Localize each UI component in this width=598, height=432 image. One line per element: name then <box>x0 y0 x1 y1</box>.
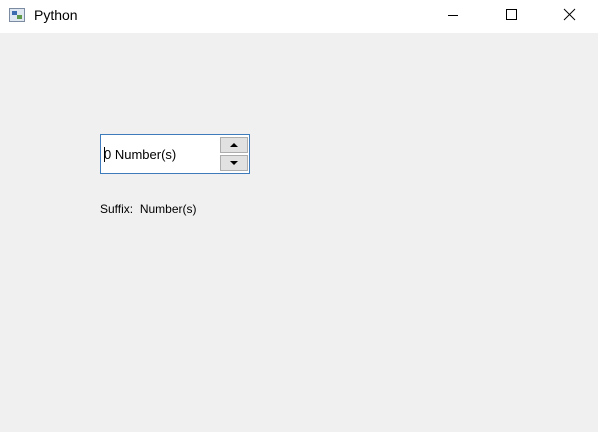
suffix-row: Suffix: Number(s) <box>100 202 196 216</box>
minimize-button[interactable] <box>424 0 482 33</box>
text-caret <box>104 147 105 162</box>
arrow-down-icon <box>230 161 238 165</box>
spinbox-value[interactable]: 0 Number(s) <box>104 147 176 162</box>
python-app-icon <box>9 8 25 22</box>
minimize-icon <box>448 15 458 16</box>
arrow-up-icon <box>230 143 238 147</box>
spin-up-button[interactable] <box>220 137 248 153</box>
suffix-label: Suffix: <box>100 202 134 216</box>
number-spinbox[interactable]: 0 Number(s) <box>100 134 250 174</box>
maximize-button[interactable] <box>482 0 540 33</box>
window-title: Python <box>34 7 78 23</box>
close-button[interactable] <box>540 0 598 33</box>
suffix-value: Number(s) <box>139 202 197 216</box>
title-bar: Python <box>0 0 598 33</box>
maximize-icon <box>506 9 517 20</box>
close-icon <box>563 8 576 21</box>
spin-down-button[interactable] <box>220 155 248 171</box>
